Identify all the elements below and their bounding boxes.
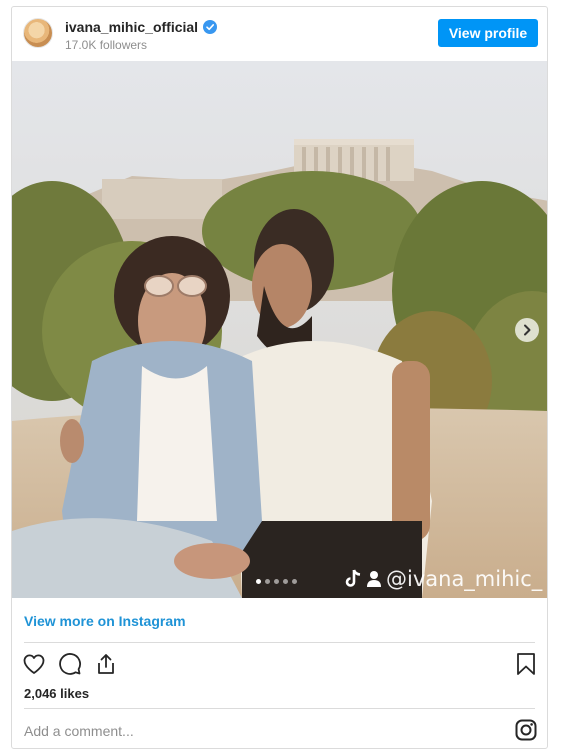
view-profile-button[interactable]: View profile [438,19,538,47]
follower-count: 17.0K followers [65,38,148,52]
tiktok-watermark: @ivana_mihic_ [344,567,542,591]
carousel-dot [256,579,261,584]
instagram-embed-card: ivana_mihic_official 17.0K followers Vie… [11,6,548,749]
carousel-dot [265,579,270,584]
next-photo-button[interactable] [515,318,539,342]
share-icon[interactable] [94,652,118,676]
user-icon [367,571,381,587]
username[interactable]: ivana_mihic_official [65,19,198,35]
photo-illustration [12,61,547,598]
verified-badge-icon [203,20,218,34]
divider [24,642,535,643]
chevron-right-icon [524,324,531,336]
post-photo[interactable]: @ivana_mihic_ [12,61,547,598]
bookmark-icon[interactable] [515,652,537,676]
like-count: 2,046 likes [24,686,90,701]
carousel-indicator [256,579,297,584]
username-row[interactable]: ivana_mihic_official [65,19,218,35]
post-header: ivana_mihic_official 17.0K followers Vie… [12,7,547,61]
carousel-dot [292,579,297,584]
carousel-dot [283,579,288,584]
instagram-icon[interactable] [515,719,537,741]
avatar[interactable] [23,18,53,48]
tiktok-icon [345,569,361,587]
view-more-link[interactable]: View more on Instagram [24,613,186,629]
watermark-text: @ivana_mihic_ [386,567,543,591]
comment-icon[interactable] [58,652,82,676]
comment-input[interactable] [24,718,504,744]
action-bar [22,652,118,676]
carousel-dot [274,579,279,584]
heart-icon[interactable] [22,652,46,676]
divider [24,708,535,709]
